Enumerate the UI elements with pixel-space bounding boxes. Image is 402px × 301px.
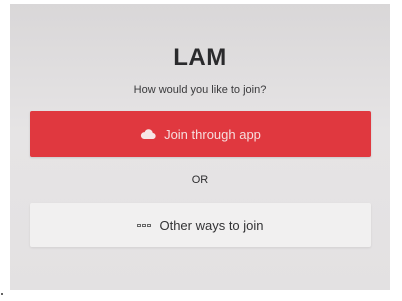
cloud-icon [140, 128, 156, 140]
more-options-icon [137, 223, 152, 227]
or-separator: OR [191, 174, 209, 186]
join-screen: LAM How would you like to join? Join thr… [10, 4, 390, 290]
other-ways-to-join-label: Other ways to join [159, 217, 264, 233]
photo-speck [1, 293, 3, 295]
join-through-app-button[interactable]: Join through app [30, 111, 371, 157]
join-through-app-label: Join through app [164, 126, 261, 142]
other-ways-to-join-button[interactable]: Other ways to join [30, 203, 371, 247]
join-prompt: How would you like to join? [133, 84, 267, 96]
app-title: LAM [173, 44, 227, 71]
photo-frame: LAM How would you like to join? Join thr… [0, 0, 402, 301]
